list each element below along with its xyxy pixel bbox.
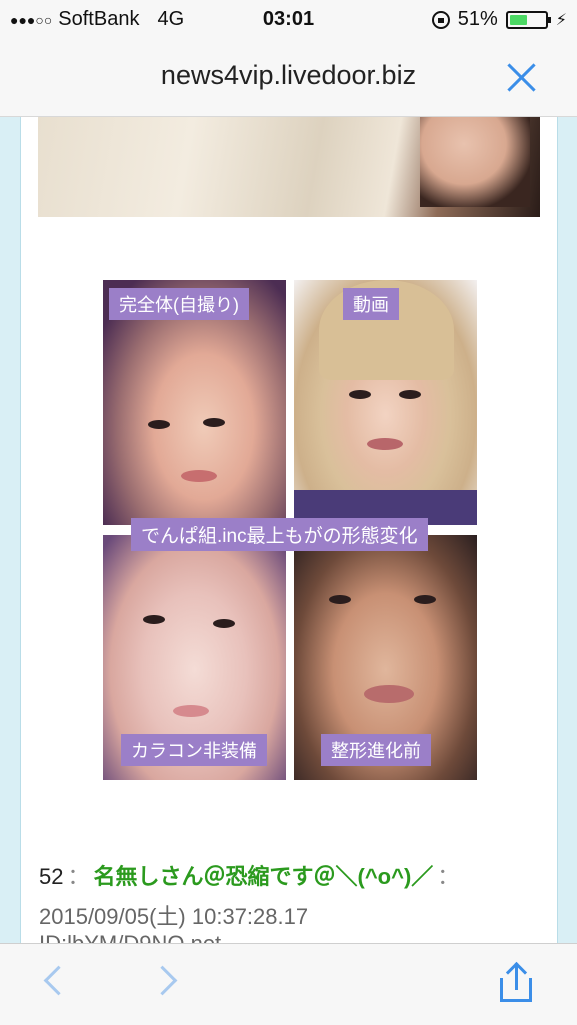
post-id: ID:lbYM/D9NQ.net xyxy=(39,931,221,943)
label-no-contacts: カラコン非装備 xyxy=(121,734,267,766)
charging-bolt-icon: ⚡ xyxy=(555,11,567,29)
top-photo xyxy=(38,117,540,217)
label-video: 動画 xyxy=(343,288,399,320)
web-page[interactable]: 完全体(自撮り) 動画 でんぱ組.inc最上もがの形態変化 カラコン非装備 整形… xyxy=(0,117,577,943)
forward-icon[interactable] xyxy=(147,965,178,996)
poster-name: 名無しさん＠恐縮です＠＼(^o^)／ xyxy=(93,864,434,889)
comparison-collage-image: 完全体(自撮り) 動画 でんぱ組.inc最上もがの形態変化 カラコン非装備 整形… xyxy=(103,280,477,780)
browser-toolbar xyxy=(0,943,577,1025)
post-date: 2015/09/05(土) 10:37:28.17 xyxy=(39,904,309,929)
post-header: 52：名無しさん＠恐縮です＠＼(^o^)／： xyxy=(39,864,460,889)
label-before-surgery: 整形進化前 xyxy=(321,734,431,766)
battery-icon xyxy=(505,10,551,29)
rotation-lock-icon xyxy=(431,10,450,29)
post-number: 52 xyxy=(39,864,64,889)
share-icon[interactable] xyxy=(500,961,536,1004)
label-selfie: 完全体(自撮り) xyxy=(109,288,249,320)
url-text[interactable]: news4vip.livedoor.biz xyxy=(0,60,577,91)
battery-percent: 51% xyxy=(457,8,498,30)
back-icon[interactable] xyxy=(43,965,74,996)
status-bar: ●●●○○ SoftBank 4G 03:01 51% ⚡ xyxy=(0,0,577,38)
label-center-title: でんぱ組.inc最上もがの形態変化 xyxy=(131,518,428,551)
battery-level xyxy=(509,14,528,25)
address-bar[interactable]: news4vip.livedoor.biz xyxy=(0,38,577,117)
post-separator: ： xyxy=(67,864,90,889)
close-icon[interactable] xyxy=(505,61,537,93)
content-column: 完全体(自撮り) 動画 でんぱ組.inc最上もがの形態変化 カラコン非装備 整形… xyxy=(20,117,558,943)
